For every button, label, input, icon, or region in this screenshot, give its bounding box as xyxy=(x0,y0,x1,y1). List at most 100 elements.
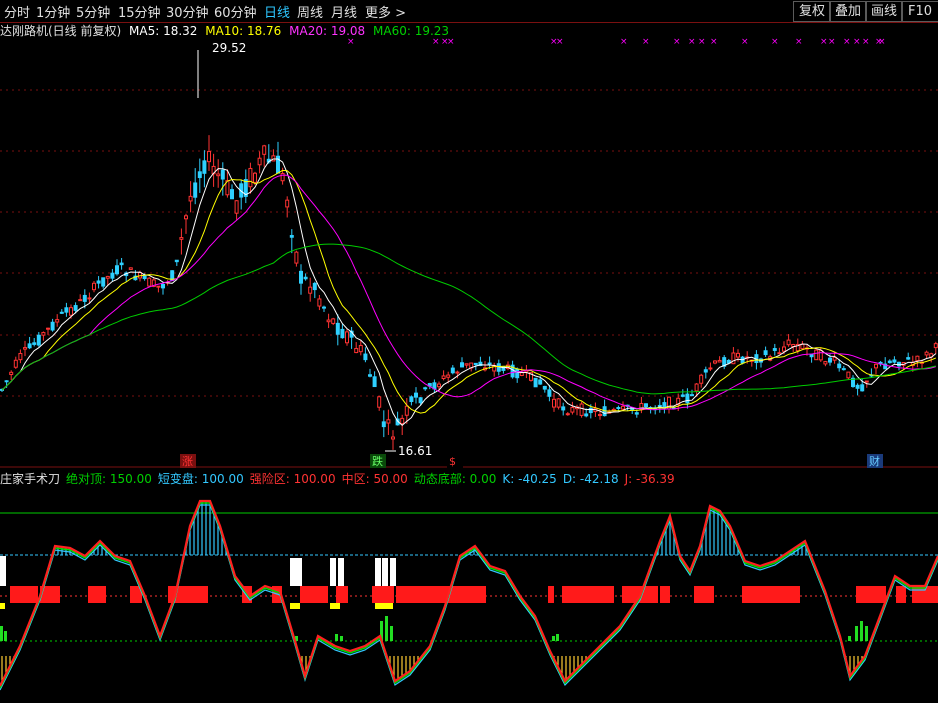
green-signal xyxy=(855,626,858,641)
yellow-signal xyxy=(330,603,340,609)
candle-body xyxy=(69,307,73,316)
candle-body xyxy=(372,376,377,388)
top-signal-spike xyxy=(296,558,302,586)
candlestick-chart[interactable]: 29.5216.61× × ×× ×× × × × × × × × × × × × × × × ××涨跌 $ 财 xyxy=(0,38,938,468)
candle-body xyxy=(147,277,152,287)
candle-body xyxy=(446,374,451,378)
candle-body xyxy=(115,265,119,275)
event-label-finance: 财 xyxy=(869,454,880,468)
green-signal xyxy=(865,626,868,641)
tab-period-7[interactable]: 周线 xyxy=(297,2,323,21)
risk-zone-block xyxy=(548,586,554,603)
risk-zone-block xyxy=(694,586,714,603)
candle-body xyxy=(837,363,842,369)
tab-period-0[interactable]: 分时 xyxy=(4,2,30,21)
candle-body xyxy=(230,189,234,200)
candle-body xyxy=(368,374,372,377)
candle-body xyxy=(9,371,14,375)
top-signal-spike xyxy=(382,558,388,586)
stock-label: 达刚路机(日线 前复权) xyxy=(0,24,122,38)
candle-body xyxy=(450,367,455,374)
candle-body xyxy=(179,237,184,240)
candle-body xyxy=(271,155,276,162)
indicator-chart[interactable] xyxy=(0,486,938,703)
candle-body xyxy=(299,270,303,284)
signal-x-mark: × xyxy=(741,38,749,47)
candle-body xyxy=(556,398,561,408)
candle-body xyxy=(101,277,106,287)
risk-zone-block xyxy=(88,586,106,603)
signal-x-mark: × xyxy=(795,38,803,47)
indicator-value-5: K: -40.25 xyxy=(502,472,557,486)
candle-body xyxy=(634,412,639,415)
toolbar-button-2[interactable]: 画线 xyxy=(865,1,903,22)
candles xyxy=(0,135,938,450)
candle-body xyxy=(547,389,552,397)
yellow-signal xyxy=(0,603,5,609)
candle-body xyxy=(874,363,878,369)
candle-body xyxy=(294,251,299,264)
signal-x-mark: × xyxy=(828,38,836,47)
candle-body xyxy=(312,282,317,291)
signal-x-mark: × xyxy=(771,38,779,47)
tab-period-6[interactable]: 日线 xyxy=(264,2,290,21)
candle-body xyxy=(363,353,368,361)
candle-body xyxy=(487,362,492,365)
tab-period-9[interactable]: 更多 > xyxy=(365,2,406,21)
candle-body xyxy=(809,353,814,358)
toolbar-button-0[interactable]: 复权 xyxy=(793,1,831,22)
candle-body xyxy=(460,362,464,368)
candle-body xyxy=(906,357,911,360)
candle-body xyxy=(777,352,782,355)
toolbar-button-1[interactable]: 叠加 xyxy=(829,1,867,22)
indicator-value-6: D: -42.18 xyxy=(562,472,619,486)
tab-period-8[interactable]: 月线 xyxy=(331,2,357,21)
candle-body xyxy=(400,417,405,425)
candle-body xyxy=(197,171,202,179)
candle-body xyxy=(579,403,584,416)
candle-body xyxy=(404,405,409,416)
tab-period-5[interactable]: 60分钟 xyxy=(214,2,257,21)
green-signal xyxy=(340,636,343,641)
candle-body xyxy=(708,367,713,370)
risk-zone-block xyxy=(742,586,800,603)
risk-zone-block xyxy=(660,586,670,603)
candle-body xyxy=(690,394,694,397)
toolbar-button-3[interactable]: F10 xyxy=(901,1,938,22)
candle-body xyxy=(234,200,239,214)
candle-body xyxy=(381,421,386,428)
candle-body xyxy=(731,352,736,365)
candle-body xyxy=(855,384,860,389)
candle-body xyxy=(36,334,41,346)
candle-body xyxy=(285,199,290,208)
indicator-value-2: 强险区: 100.00 xyxy=(249,472,336,486)
candle-body xyxy=(13,359,18,368)
top-signal-spike xyxy=(390,558,396,586)
candle-body xyxy=(713,360,717,364)
candle-body xyxy=(391,436,395,440)
candle-body xyxy=(621,405,625,410)
indicator-name: 庄家手术刀 xyxy=(0,472,61,486)
tab-period-2[interactable]: 5分钟 xyxy=(76,2,110,21)
candle-body xyxy=(423,387,428,390)
candle-body xyxy=(216,173,221,177)
candle-body xyxy=(161,283,165,289)
green-signal xyxy=(556,634,559,641)
tab-period-1[interactable]: 1分钟 xyxy=(36,2,70,21)
candle-body xyxy=(188,195,193,202)
signal-x-mark: × xyxy=(843,38,851,47)
candle-body xyxy=(538,379,543,385)
signal-x-mark: × xyxy=(347,38,355,47)
signal-x-mark: × xyxy=(698,38,706,47)
candle-body xyxy=(59,311,64,314)
candle-body xyxy=(699,374,704,384)
green-signal xyxy=(4,631,7,641)
signal-x-mark: × xyxy=(673,38,681,47)
candle-body xyxy=(786,339,791,346)
candle-body xyxy=(248,167,253,188)
risk-zone-block xyxy=(300,586,310,603)
candle-body xyxy=(64,307,69,313)
yellow-signal xyxy=(375,603,393,609)
tab-period-4[interactable]: 30分钟 xyxy=(166,2,209,21)
tab-period-3[interactable]: 15分钟 xyxy=(118,2,161,21)
